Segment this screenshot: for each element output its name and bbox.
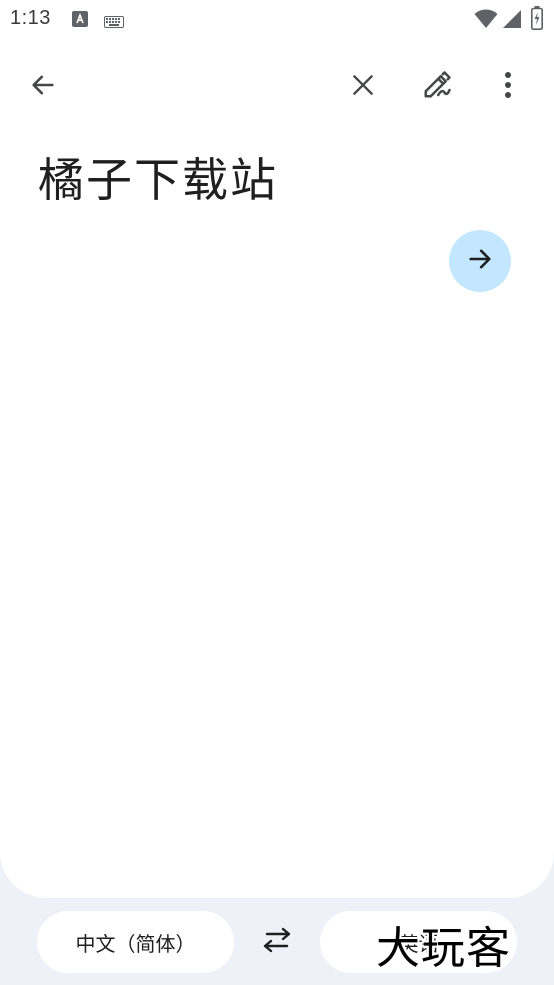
handwriting-button[interactable]	[413, 63, 461, 111]
keyboard-icon	[104, 13, 124, 32]
source-text-input[interactable]: 橘子下载站	[38, 144, 278, 210]
source-language-label: 中文（简体）	[75, 931, 196, 956]
clear-button[interactable]	[339, 63, 387, 111]
close-icon	[350, 72, 376, 102]
arrow-back-icon	[29, 71, 57, 103]
swap-arrows-icon	[261, 927, 293, 957]
status-bar: 1:13	[0, 0, 554, 40]
signal-icon	[502, 9, 522, 33]
more-options-button[interactable]	[484, 63, 532, 111]
battery-charging-icon	[531, 6, 543, 34]
source-language-button[interactable]: 中文（简体）	[37, 911, 234, 973]
wifi-icon	[474, 9, 498, 33]
translation-input-card	[0, 0, 554, 898]
status-time: 1:13	[10, 7, 51, 29]
watermark: 大玩客	[376, 923, 511, 974]
translate-go-button[interactable]	[449, 230, 511, 292]
more-vertical-icon	[504, 71, 512, 103]
a-badge-icon	[72, 11, 88, 31]
handwriting-icon	[422, 70, 452, 104]
arrow-forward-icon	[466, 245, 494, 277]
swap-languages-button[interactable]	[253, 918, 301, 966]
back-button[interactable]	[19, 63, 67, 111]
